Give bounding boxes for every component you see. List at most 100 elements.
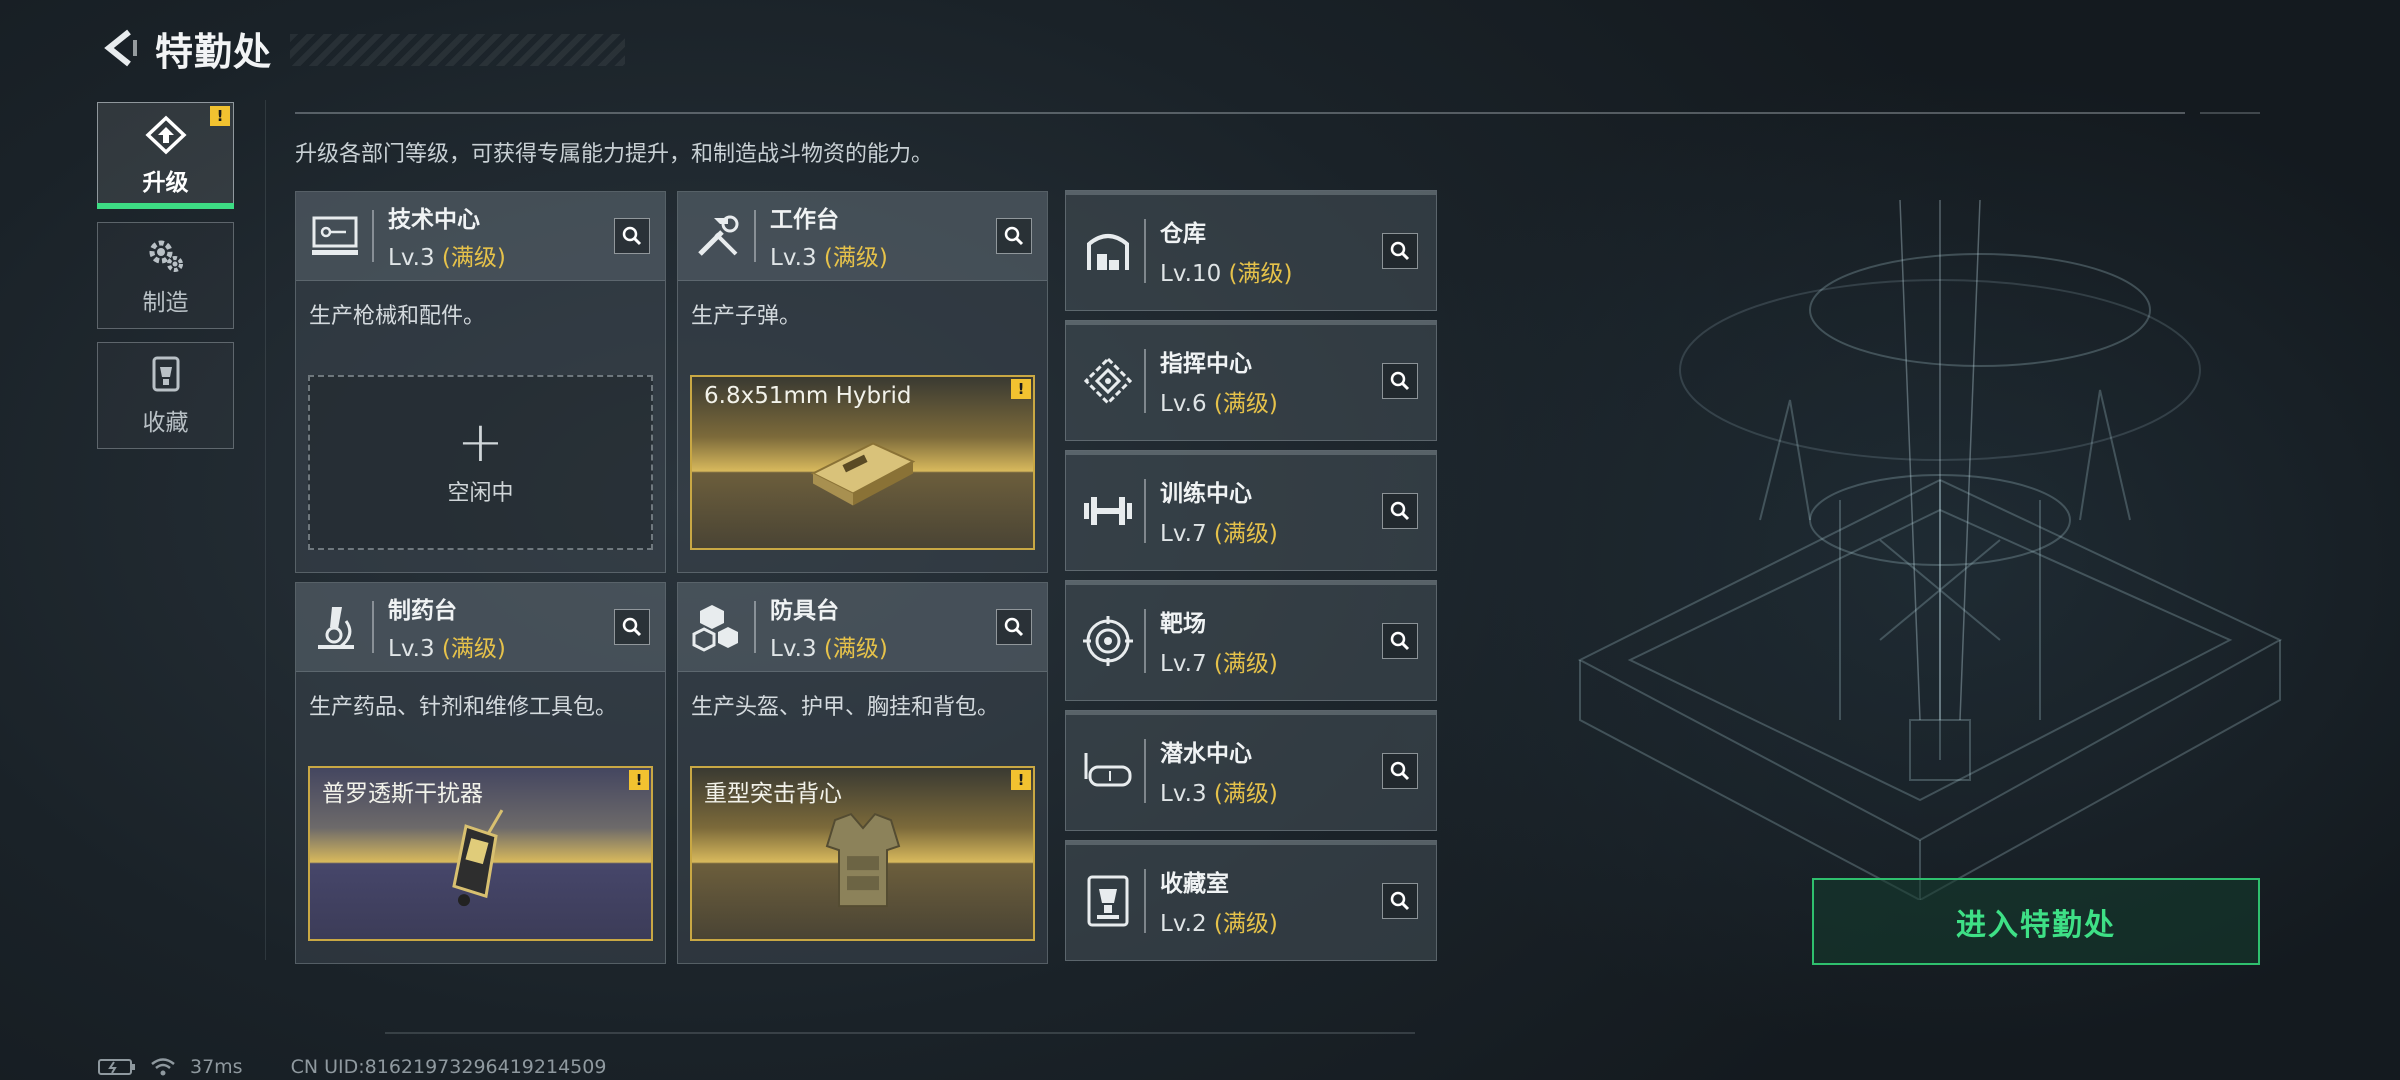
building-level: Lv.3 [770, 636, 817, 662]
item-name: 6.8x51mm Hybrid [704, 383, 912, 409]
card-header: 防具台 Lv.3 (满级) [678, 583, 1047, 672]
inspect-button[interactable] [1382, 623, 1418, 659]
building-name: 制药台 [388, 598, 457, 624]
max-level-tag: (满级) [1213, 780, 1278, 807]
building-description: 生产子弹。 [691, 304, 802, 329]
page-description: 升级各部门等级，可获得专属能力提升，和制造战斗物资的能力。 [295, 142, 934, 167]
inspect-button[interactable] [1382, 753, 1418, 789]
base-wireframe-illustration [1540, 199, 2300, 902]
dumbbell-icon [1080, 483, 1136, 539]
building-name: 工作台 [770, 207, 839, 233]
computer-icon [308, 208, 364, 264]
search-icon [622, 617, 642, 637]
max-level-tag: (满级) [823, 245, 888, 271]
max-level-tag: (满级) [823, 636, 888, 662]
building-level: Lv.3 [388, 636, 435, 662]
max-level-tag: (满级) [441, 636, 506, 662]
warning-badge: ! [1011, 379, 1031, 399]
search-icon [1390, 891, 1410, 911]
inspect-button[interactable] [996, 218, 1032, 254]
boxes-icon [690, 599, 746, 655]
building-card-tech-center: 技术中心 Lv.3 (满级) 生产枪械和配件。 + 空闲中 [295, 191, 666, 573]
vest-icon [813, 806, 913, 920]
nav-divider [265, 100, 266, 960]
search-icon [1390, 501, 1410, 521]
upgrade-icon [144, 115, 187, 154]
slot-status: 空闲中 [447, 480, 514, 506]
ping-value: 37ms [190, 1056, 243, 1078]
nav-craft[interactable]: 制造 [97, 222, 234, 329]
building-description: 生产枪械和配件。 [309, 304, 486, 329]
trophy-case-icon [1080, 873, 1136, 929]
search-icon [1390, 371, 1410, 391]
inspect-button[interactable] [1382, 233, 1418, 269]
player-uid: CN UID:81621973296419214509 [290, 1056, 607, 1078]
bottom-divider [385, 1032, 1415, 1034]
warning-badge: ! [210, 106, 230, 126]
building-row-diving-center[interactable]: 潜水中心 Lv.3 (满级) [1065, 710, 1437, 831]
building-card-pharmacy: 制药台 Lv.3 (满级) 生产药品、针剂和维修工具包。 普罗透斯干扰器 ! [295, 582, 666, 964]
building-description: 生产药品、针剂和维修工具包。 [309, 695, 618, 720]
target-icon [1080, 613, 1136, 669]
warning-badge: ! [629, 770, 649, 790]
command-icon [1080, 353, 1136, 409]
ammo-box-icon [803, 423, 923, 517]
building-name: 指挥中心 [1160, 350, 1252, 377]
trophy-icon [152, 356, 179, 391]
search-icon [1004, 617, 1024, 637]
building-row-warehouse[interactable]: 仓库 Lv.10 (满级) [1065, 190, 1437, 311]
item-name: 普罗透斯干扰器 [322, 781, 483, 807]
content-divider [295, 112, 2185, 114]
inspect-button[interactable] [996, 609, 1032, 645]
plus-icon: + [457, 409, 504, 475]
building-name: 潜水中心 [1160, 740, 1252, 767]
building-name: 收藏室 [1160, 870, 1229, 897]
search-icon [1390, 631, 1410, 651]
inspect-button[interactable] [614, 609, 650, 645]
item-name: 重型突击背心 [704, 781, 842, 807]
max-level-tag: (满级) [441, 245, 506, 271]
wifi-icon [151, 1058, 175, 1076]
max-level-tag: (满级) [1213, 520, 1278, 547]
card-header: 工作台 Lv.3 (满级) [678, 192, 1047, 281]
building-name: 技术中心 [388, 207, 480, 233]
nav-collection[interactable]: 收藏 [97, 342, 234, 449]
nav-upgrade[interactable]: ! 升级 [97, 102, 234, 209]
card-header: 技术中心 Lv.3 (满级) [296, 192, 665, 281]
inspect-button[interactable] [1382, 363, 1418, 399]
microscope-icon [308, 599, 364, 655]
building-level: Lv.6 [1160, 390, 1207, 417]
building-level: Lv.3 [388, 245, 435, 271]
search-icon [622, 226, 642, 246]
building-row-collection-room[interactable]: 收藏室 Lv.2 (满级) [1065, 840, 1437, 961]
inspect-button[interactable] [614, 218, 650, 254]
inspect-button[interactable] [1382, 493, 1418, 529]
back-button[interactable] [95, 22, 147, 74]
max-level-tag: (满级) [1213, 650, 1278, 677]
header: 特勤处 [95, 22, 625, 74]
building-card-armor-bench: 防具台 Lv.3 (满级) 生产头盔、护甲、胸挂和背包。 重型突击背心 ! [677, 582, 1048, 964]
card-header: 制药台 Lv.3 (满级) [296, 583, 665, 672]
inspect-button[interactable] [1382, 883, 1418, 919]
production-slot-item[interactable]: 6.8x51mm Hybrid ! [690, 375, 1035, 550]
building-name: 防具台 [770, 598, 839, 624]
building-card-workbench: 工作台 Lv.3 (满级) 生产子弹。 6.8x51mm Hybrid ! [677, 191, 1048, 573]
back-arrow-icon [104, 29, 137, 67]
production-slot-item[interactable]: 普罗透斯干扰器 ! [308, 766, 653, 941]
building-level: Lv.7 [1160, 650, 1207, 677]
building-description: 生产头盔、护甲、胸挂和背包。 [691, 695, 1000, 720]
search-icon [1004, 226, 1024, 246]
enter-base-button[interactable]: 进入特勤处 [1812, 878, 2260, 965]
building-row-command-center[interactable]: 指挥中心 Lv.6 (满级) [1065, 320, 1437, 441]
building-name: 仓库 [1160, 220, 1206, 247]
nav-upgrade-label: 升级 [142, 169, 189, 196]
building-level: Lv.7 [1160, 520, 1207, 547]
nav-collection-label: 收藏 [142, 409, 189, 436]
production-slot-idle[interactable]: + 空闲中 [308, 375, 653, 550]
search-icon [1390, 761, 1410, 781]
title-decoration [290, 34, 625, 66]
nav-craft-label: 制造 [142, 289, 189, 316]
building-row-training-center[interactable]: 训练中心 Lv.7 (满级) [1065, 450, 1437, 571]
production-slot-item[interactable]: 重型突击背心 ! [690, 766, 1035, 941]
building-row-shooting-range[interactable]: 靶场 Lv.7 (满级) [1065, 580, 1437, 701]
